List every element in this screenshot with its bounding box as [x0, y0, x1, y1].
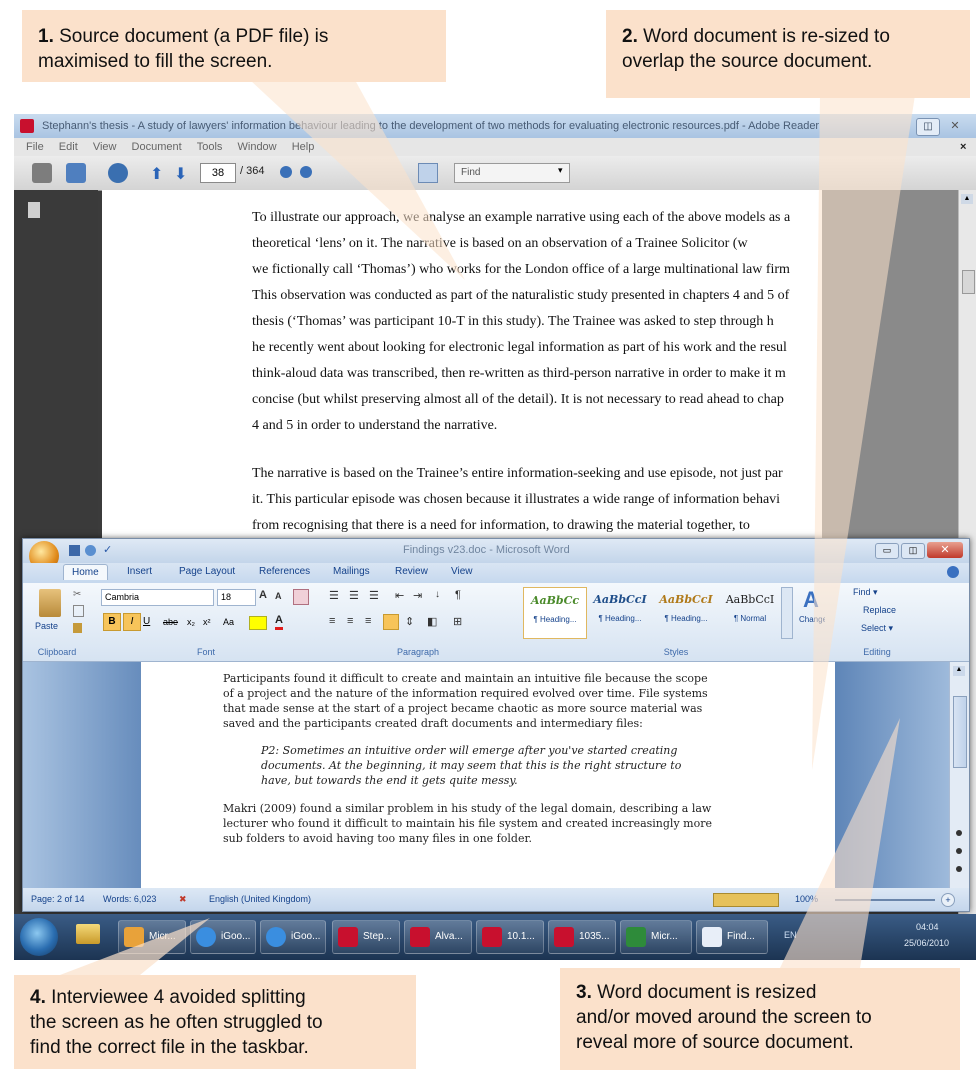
- callout-1: 1. Source document (a PDF file) is maxim…: [22, 10, 446, 82]
- callout-3: 3. Word document is resized and/or moved…: [560, 968, 960, 1070]
- callout-4-text: Interviewee 4 avoided splitting: [45, 987, 306, 1008]
- callout-3-number: 3.: [576, 982, 592, 1003]
- pointer-4: [60, 918, 210, 975]
- annotation-pointers: [60, 80, 915, 975]
- callout-2: 2. Word document is re-sized to overlap …: [606, 10, 970, 98]
- pointer-1: [250, 80, 465, 280]
- callout-1-number: 1.: [38, 26, 54, 47]
- callout-4: 4. Interviewee 4 avoided splitting the s…: [14, 975, 416, 1069]
- callout-1-text: Source document (a PDF file) is: [53, 26, 329, 47]
- callout-2-text: Word document is re-sized to: [637, 26, 890, 47]
- callout-3-text: Word document is resized: [591, 982, 817, 1003]
- callout-4-number: 4.: [30, 987, 46, 1008]
- pointer-3: [780, 718, 900, 968]
- pointer-2: [812, 95, 915, 770]
- callout-4-text: the screen as he often struggled to: [30, 1012, 323, 1033]
- callout-3-text: and/or moved around the screen to: [576, 1007, 872, 1028]
- callout-1-text: maximised to fill the screen.: [38, 51, 273, 72]
- callout-4-text: find the correct file in the taskbar.: [30, 1037, 309, 1058]
- callout-2-text: overlap the source document.: [622, 51, 873, 72]
- callout-2-number: 2.: [622, 26, 638, 47]
- callout-3-text: reveal more of source document.: [576, 1032, 854, 1053]
